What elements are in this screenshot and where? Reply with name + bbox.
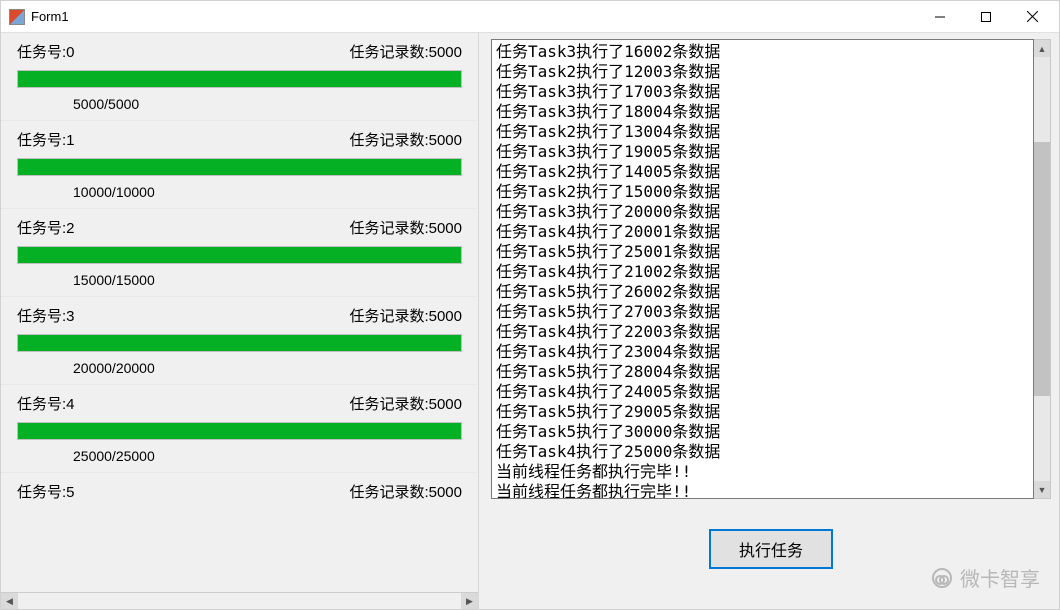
progress-fill <box>18 423 461 439</box>
client-area: 任务号:0 任务记录数:5000 5000/5000 任务号:1 任务记录数:5000 1… <box>1 33 1059 609</box>
progress-text: 10000/10000 <box>73 184 462 200</box>
log-line: 当前线程任务都执行完毕!! <box>496 462 1029 482</box>
button-row: 执行任务 <box>491 529 1051 569</box>
progress-text: 25000/25000 <box>73 448 462 464</box>
progress-text: 15000/15000 <box>73 272 462 288</box>
scroll-track[interactable] <box>1034 57 1050 481</box>
task-id-label: 任务号:4 <box>17 393 75 414</box>
task-header: 任务号:2 任务记录数:5000 <box>17 217 462 238</box>
progress-bar <box>17 422 462 440</box>
horizontal-scrollbar[interactable]: ◀ ▶ <box>1 592 478 609</box>
scroll-left-arrow-icon[interactable]: ◀ <box>1 593 18 610</box>
log-line: 任务Task3执行了20000条数据 <box>496 202 1029 222</box>
vertical-scrollbar[interactable]: ▲ ▼ <box>1034 39 1051 499</box>
execute-button[interactable]: 执行任务 <box>709 529 833 569</box>
progress-text: 5000/5000 <box>73 96 462 112</box>
log-textarea[interactable]: 任务Task3执行了16002条数据任务Task2执行了12003条数据任务Ta… <box>491 39 1034 499</box>
task-list[interactable]: 任务号:0 任务记录数:5000 5000/5000 任务号:1 任务记录数:5000 1… <box>1 33 478 592</box>
task-id-label: 任务号:5 <box>17 481 75 502</box>
task-record-count-label: 任务记录数:5000 <box>349 481 462 502</box>
log-line: 任务Task2执行了13004条数据 <box>496 122 1029 142</box>
log-line: 任务Task2执行了15000条数据 <box>496 182 1029 202</box>
window-controls <box>917 2 1055 32</box>
scroll-thumb[interactable] <box>1034 142 1050 396</box>
log-line: 任务Task4执行了22003条数据 <box>496 322 1029 342</box>
log-box-wrap: 任务Task3执行了16002条数据任务Task2执行了12003条数据任务Ta… <box>491 39 1051 499</box>
task-item: 任务号:4 任务记录数:5000 25000/25000 <box>1 384 478 472</box>
log-line: 任务Task4执行了23004条数据 <box>496 342 1029 362</box>
task-id-label: 任务号:3 <box>17 305 75 326</box>
log-line: 任务Task3执行了17003条数据 <box>496 82 1029 102</box>
scroll-right-arrow-icon[interactable]: ▶ <box>461 593 478 610</box>
progress-fill <box>18 247 461 263</box>
task-id-label: 任务号:2 <box>17 217 75 238</box>
task-id-label: 任务号:1 <box>17 129 75 150</box>
task-header: 任务号:4 任务记录数:5000 <box>17 393 462 414</box>
progress-fill <box>18 335 461 351</box>
scroll-down-arrow-icon[interactable]: ▼ <box>1034 481 1050 498</box>
progress-bar <box>17 70 462 88</box>
task-header: 任务号:1 任务记录数:5000 <box>17 129 462 150</box>
right-panel: 任务Task3执行了16002条数据任务Task2执行了12003条数据任务Ta… <box>479 33 1059 609</box>
maximize-button[interactable] <box>963 2 1009 32</box>
task-header: 任务号:0 任务记录数:5000 <box>17 41 462 62</box>
app-window: Form1 任务号:0 任务记录数:5000 5000/5000 任务号:1 任务记录数… <box>0 0 1060 610</box>
close-button[interactable] <box>1009 2 1055 32</box>
log-line: 任务Task4执行了20001条数据 <box>496 222 1029 242</box>
task-record-count-label: 任务记录数:5000 <box>349 217 462 238</box>
task-item: 任务号:0 任务记录数:5000 5000/5000 <box>1 33 478 120</box>
task-item: 任务号:3 任务记录数:5000 20000/20000 <box>1 296 478 384</box>
window-title: Form1 <box>31 9 69 24</box>
task-record-count-label: 任务记录数:5000 <box>349 393 462 414</box>
log-line: 任务Task5执行了28004条数据 <box>496 362 1029 382</box>
log-line: 任务Task5执行了26002条数据 <box>496 282 1029 302</box>
log-line: 任务Task3执行了19005条数据 <box>496 142 1029 162</box>
task-item: 任务号:2 任务记录数:5000 15000/15000 <box>1 208 478 296</box>
log-line: 当前线程任务都执行完毕!! <box>496 482 1029 499</box>
log-line: 任务Task5执行了29005条数据 <box>496 402 1029 422</box>
log-line: 任务Task3执行了18004条数据 <box>496 102 1029 122</box>
progress-fill <box>18 159 461 175</box>
task-record-count-label: 任务记录数:5000 <box>349 41 462 62</box>
log-line: 任务Task5执行了27003条数据 <box>496 302 1029 322</box>
log-line: 任务Task2执行了14005条数据 <box>496 162 1029 182</box>
left-panel: 任务号:0 任务记录数:5000 5000/5000 任务号:1 任务记录数:5000 1… <box>1 33 479 609</box>
progress-bar <box>17 246 462 264</box>
task-record-count-label: 任务记录数:5000 <box>349 129 462 150</box>
log-line: 任务Task4执行了25000条数据 <box>496 442 1029 462</box>
task-header: 任务号:5 任务记录数:5000 <box>17 481 462 502</box>
task-record-count-label: 任务记录数:5000 <box>349 305 462 326</box>
progress-fill <box>18 71 461 87</box>
task-header: 任务号:3 任务记录数:5000 <box>17 305 462 326</box>
log-line: 任务Task4执行了24005条数据 <box>496 382 1029 402</box>
task-id-label: 任务号:0 <box>17 41 75 62</box>
minimize-button[interactable] <box>917 2 963 32</box>
progress-bar <box>17 334 462 352</box>
task-item: 任务号:5 任务记录数:5000 <box>1 472 478 512</box>
scroll-up-arrow-icon[interactable]: ▲ <box>1034 40 1050 57</box>
log-line: 任务Task2执行了12003条数据 <box>496 62 1029 82</box>
log-line: 任务Task4执行了21002条数据 <box>496 262 1029 282</box>
app-icon <box>9 9 25 25</box>
log-line: 任务Task3执行了16002条数据 <box>496 42 1029 62</box>
log-line: 任务Task5执行了25001条数据 <box>496 242 1029 262</box>
progress-bar <box>17 158 462 176</box>
progress-text: 20000/20000 <box>73 360 462 376</box>
task-item: 任务号:1 任务记录数:5000 10000/10000 <box>1 120 478 208</box>
title-bar[interactable]: Form1 <box>1 1 1059 33</box>
log-line: 任务Task5执行了30000条数据 <box>496 422 1029 442</box>
